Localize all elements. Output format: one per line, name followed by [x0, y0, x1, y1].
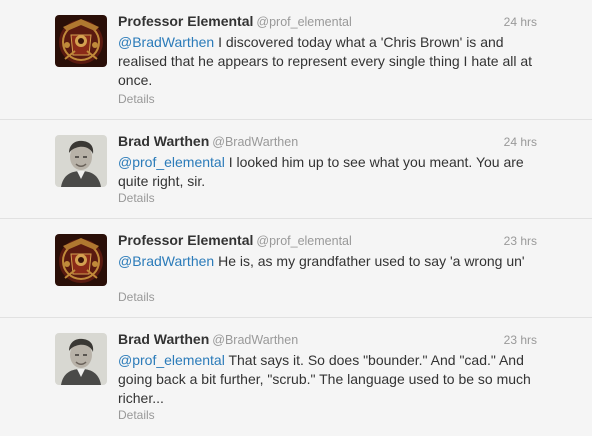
tweet-header: Brad Warthen @BradWarthen [118, 133, 538, 151]
avatar[interactable] [55, 15, 107, 67]
tweet-timestamp[interactable]: 23 hrs [504, 333, 537, 347]
portrait-icon [55, 135, 107, 187]
tweet-timestamp[interactable]: 23 hrs [504, 234, 537, 248]
avatar[interactable] [55, 234, 107, 286]
mention-link[interactable]: @BradWarthen [118, 253, 214, 269]
tweet-username[interactable]: @BradWarthen [212, 333, 298, 347]
tweet-text: @BradWarthen He is, as my grandfather us… [118, 252, 538, 271]
tweet-username[interactable]: @BradWarthen [212, 135, 298, 149]
tweet-timestamp[interactable]: 24 hrs [504, 135, 537, 149]
tweet-item[interactable]: Brad Warthen @BradWarthen 23 hrs @prof_el… [0, 318, 592, 436]
tweet-username[interactable]: @prof_elemental [256, 15, 351, 29]
mention-link[interactable]: @prof_elemental [118, 352, 225, 368]
details-link[interactable]: Details [118, 408, 155, 422]
avatar[interactable] [55, 135, 107, 187]
details-link[interactable]: Details [118, 290, 155, 304]
tweet-fullname[interactable]: Professor Elemental [118, 232, 253, 248]
tweet-item[interactable]: Professor Elemental @prof_elemental 23 hr… [0, 219, 592, 318]
tweet-fullname[interactable]: Brad Warthen [118, 331, 209, 347]
tweet-text: @prof_elemental I looked him up to see w… [118, 153, 538, 191]
details-link[interactable]: Details [118, 92, 155, 106]
tweet-item[interactable]: Professor Elemental @prof_elemental 24 hr… [0, 0, 592, 120]
tweet-header: Professor Elemental @prof_elemental [118, 13, 538, 31]
tweet-header: Brad Warthen @BradWarthen [118, 331, 538, 349]
tweet-header: Professor Elemental @prof_elemental [118, 232, 538, 250]
steampunk-emblem-icon [55, 234, 107, 286]
tweet-fullname[interactable]: Professor Elemental [118, 13, 253, 29]
tweet-body: He is, as my grandfather used to say 'a … [214, 253, 525, 269]
tweet-text: @BradWarthen I discovered today what a '… [118, 33, 538, 90]
tweet-item[interactable]: Brad Warthen @BradWarthen 24 hrs @prof_el… [0, 120, 592, 219]
details-link[interactable]: Details [118, 191, 155, 205]
steampunk-emblem-icon [55, 15, 107, 67]
tweet-timestamp[interactable]: 24 hrs [504, 15, 537, 29]
tweet-username[interactable]: @prof_elemental [256, 234, 351, 248]
mention-link[interactable]: @prof_elemental [118, 154, 225, 170]
tweet-fullname[interactable]: Brad Warthen [118, 133, 209, 149]
tweet-timeline: Professor Elemental @prof_elemental 24 hr… [0, 0, 592, 436]
avatar[interactable] [55, 333, 107, 385]
tweet-text: @prof_elemental That says it. So does "b… [118, 351, 538, 408]
portrait-icon [55, 333, 107, 385]
mention-link[interactable]: @BradWarthen [118, 34, 214, 50]
